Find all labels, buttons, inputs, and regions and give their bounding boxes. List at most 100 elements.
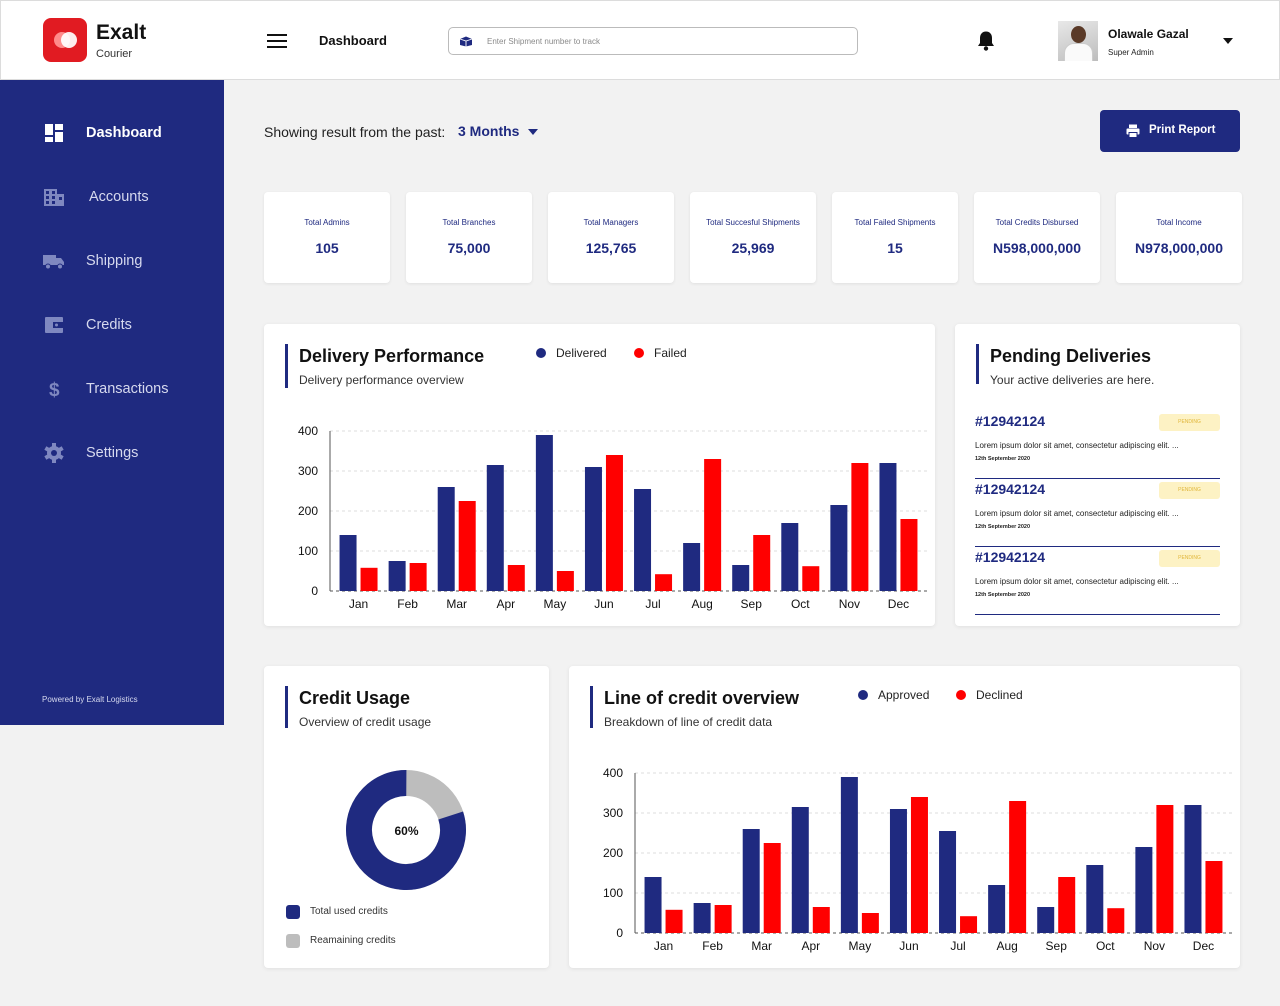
bar-failed-feb — [409, 563, 427, 591]
legend-swatch-used — [286, 905, 300, 919]
x-tick-label: Feb — [702, 939, 723, 953]
x-tick-label: Sep — [1046, 939, 1068, 953]
print-report-label: Print Report — [1149, 124, 1216, 136]
bar-delivered-jun — [584, 467, 602, 591]
pending-delivery-item[interactable]: #12942124 PENDING Lorem ipsum dolor sit … — [975, 481, 1220, 547]
y-tick-label: 200 — [298, 504, 318, 518]
bar-approved-apr — [791, 807, 809, 933]
stat-value: 125,765 — [585, 240, 637, 256]
bar-approved-dec — [1184, 805, 1202, 933]
shipment-description: Lorem ipsum dolor sit amet, consectetur … — [975, 577, 1179, 586]
y-tick-label: 300 — [603, 806, 623, 820]
stat-card-failed-shipments: Total Failed Shipments 15 — [832, 192, 958, 283]
panel-subtitle: Overview of credit usage — [299, 715, 432, 729]
bar-failed-aug — [704, 459, 722, 591]
user-avatar[interactable] — [1058, 21, 1098, 61]
x-tick-label: Mar — [446, 597, 467, 611]
donut-center-label: 60% — [394, 824, 419, 838]
legend-label-remaining: Reamaining credits — [310, 935, 396, 946]
shipment-description: Lorem ipsum dolor sit amet, consectetur … — [975, 441, 1179, 450]
stat-value: N978,000,000 — [1135, 240, 1223, 256]
pending-delivery-item[interactable]: #12942124 PENDING Lorem ipsum dolor sit … — [975, 549, 1220, 615]
sidebar-item-credits[interactable]: Credits — [0, 305, 224, 345]
bar-declined-sep — [1058, 877, 1076, 933]
sidebar-item-settings[interactable]: Settings — [0, 433, 224, 473]
shipment-date: 12th September 2020 — [975, 592, 1031, 598]
user-menu-chevron-icon[interactable] — [1223, 38, 1233, 44]
filter-label: Showing result from the past: — [264, 124, 446, 140]
x-tick-label: May — [544, 597, 567, 611]
print-report-button[interactable]: Print Report — [1100, 110, 1240, 152]
bar-failed-may — [556, 571, 574, 591]
x-tick-label: Jun — [594, 597, 613, 611]
panel-title: Credit Usage — [299, 688, 411, 708]
line-of-credit-chart: 0 100 200 300 400 Jan Feb Mar Apr May Jun Jul Aug Sep… — [603, 766, 1232, 953]
y-tick-label: 400 — [298, 424, 318, 438]
x-tick-label: Mar — [751, 939, 772, 953]
bar-failed-nov — [851, 463, 869, 591]
pending-deliveries-panel: Pending Deliveries Your active deliverie… — [955, 324, 1240, 626]
shipment-id: #12942124 — [975, 481, 1046, 497]
bar-approved-nov — [1135, 847, 1153, 933]
shipment-search[interactable] — [448, 27, 858, 55]
header-title: Dashboard — [319, 33, 387, 48]
period-dropdown[interactable]: 3 Months — [458, 123, 519, 139]
bar-failed-mar — [458, 501, 476, 591]
sidebar-item-shipping[interactable]: Shipping — [0, 241, 224, 281]
bar-declined-may — [861, 913, 879, 933]
stat-card-total-branches: Total Branches 75,000 — [406, 192, 532, 283]
x-tick-label: Sep — [741, 597, 763, 611]
bar-approved-sep — [1037, 907, 1055, 933]
sidebar-item-accounts[interactable]: Accounts — [0, 177, 224, 217]
package-icon — [459, 36, 473, 47]
x-tick-label: May — [849, 939, 872, 953]
brand-subtitle: Courier — [96, 48, 133, 60]
x-tick-label: Dec — [888, 597, 909, 611]
bar-declined-jan — [665, 909, 683, 933]
sidebar-item-label: Accounts — [89, 189, 149, 205]
stat-card-total-admins: Total Admins 105 — [264, 192, 390, 283]
panel-subtitle: Breakdown of line of credit data — [604, 715, 773, 729]
line-of-credit-panel: Line of credit overview Breakdown of lin… — [569, 666, 1240, 968]
x-tick-label: Aug — [691, 597, 712, 611]
bar-declined-jul — [960, 916, 978, 933]
x-tick-label: Dec — [1193, 939, 1214, 953]
sidebar-item-label: Credits — [86, 317, 132, 333]
x-tick-label: Nov — [1144, 939, 1165, 953]
sidebar-item-transactions[interactable]: $ Transactions — [0, 369, 224, 409]
svg-text:$: $ — [49, 380, 60, 399]
pending-delivery-item[interactable]: #12942124 PENDING Lorem ipsum dolor sit … — [975, 413, 1220, 479]
x-tick-label: Jul — [950, 939, 965, 953]
bar-declined-apr — [812, 907, 830, 933]
sidebar-item-dashboard[interactable]: Dashboard — [0, 113, 224, 153]
user-name: Olawale Gazal — [1108, 27, 1189, 41]
notification-bell-icon[interactable] — [976, 30, 996, 52]
bar-failed-apr — [507, 565, 525, 591]
legend-dot-failed — [634, 348, 644, 358]
legend-label-used: Total used credits — [310, 906, 388, 917]
bar-declined-feb — [714, 905, 732, 933]
shipment-search-input[interactable] — [487, 31, 847, 51]
title-accent-bar — [285, 686, 288, 728]
bar-declined-mar — [763, 843, 781, 933]
x-tick-label: Apr — [496, 597, 515, 611]
stat-label: Total Credits Disbursed — [995, 218, 1079, 227]
status-badge: PENDING — [1159, 482, 1220, 499]
y-tick-label: 100 — [603, 886, 623, 900]
y-tick-label: 100 — [298, 544, 318, 558]
title-accent-bar — [590, 686, 593, 728]
x-tick-label: Jan — [349, 597, 368, 611]
bar-delivered-dec — [879, 463, 897, 591]
x-tick-label: Jan — [654, 939, 673, 953]
x-tick-label: Oct — [791, 597, 810, 611]
gear-icon — [44, 443, 64, 463]
stat-value: 15 — [887, 240, 903, 256]
bar-delivered-jul — [634, 489, 652, 591]
chevron-down-icon[interactable] — [528, 129, 538, 135]
wallet-icon — [45, 317, 63, 333]
status-badge: PENDING — [1159, 414, 1220, 431]
shipment-date: 12th September 2020 — [975, 524, 1031, 530]
delivery-performance-panel: Delivery Performance Delivery performanc… — [264, 324, 935, 626]
hamburger-menu-icon[interactable] — [267, 34, 287, 48]
shipment-id: #12942124 — [975, 549, 1046, 565]
